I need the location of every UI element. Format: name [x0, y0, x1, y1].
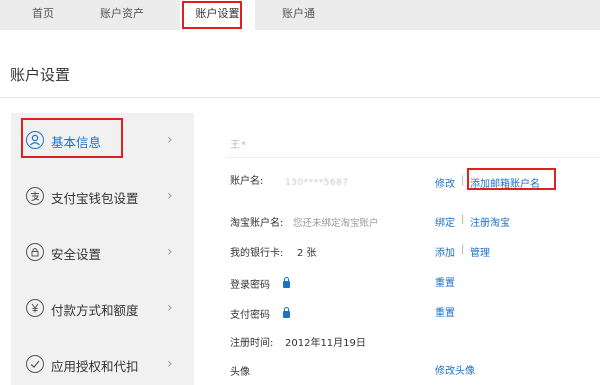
sidebar-item-label: 应用授权和代扣: [51, 359, 139, 374]
sidebar-item-security[interactable]: 安全设置 ›: [11, 235, 194, 271]
bank-card-label: 我的银行卡:: [230, 248, 284, 259]
login-password-label: 登录密码: [230, 280, 270, 291]
modify-avatar-link[interactable]: 修改头像: [435, 362, 475, 377]
sidebar-item-wallet[interactable]: 支付宝钱包设置 ›: [11, 179, 194, 215]
sidebar-item-label: 安全设置: [51, 247, 102, 262]
avatar-label: 头像: [230, 367, 250, 378]
yuan-icon: [26, 299, 44, 317]
highlight-email-box: [467, 168, 556, 190]
account-name-value: 130****5687: [285, 178, 349, 188]
separator: |: [461, 175, 465, 186]
lock-icon: [26, 243, 44, 261]
bind-taobao-link[interactable]: 绑定: [435, 214, 455, 229]
chevron-right-icon: ›: [167, 244, 173, 260]
manage-bank-card-link[interactable]: 管理: [470, 244, 490, 259]
lock-icon: [283, 277, 290, 288]
chevron-right-icon: ›: [167, 356, 173, 372]
page-title: 账户设置: [10, 66, 71, 84]
sidebar-item-label: 付款方式和额度: [51, 303, 139, 318]
alipay-wallet-icon: [26, 187, 44, 205]
nav-assets[interactable]: 账户资产: [100, 0, 144, 30]
modify-account-link[interactable]: 修改: [435, 175, 455, 190]
account-name-label: 账户名:: [230, 176, 264, 187]
sidebar-item-payment-limits[interactable]: 付款方式和额度 ›: [11, 291, 194, 327]
separator: |: [461, 244, 465, 255]
add-bank-card-link[interactable]: 添加: [435, 244, 455, 259]
pay-password-label: 支付密码: [230, 310, 270, 321]
register-time-label: 注册时间:: [230, 338, 274, 349]
separator: |: [461, 214, 465, 225]
chevron-right-icon: ›: [167, 132, 173, 148]
register-taobao-link[interactable]: 注册淘宝: [470, 214, 510, 229]
user-name-masked: 王*: [230, 140, 247, 151]
chevron-right-icon: ›: [167, 300, 173, 316]
sidebar-item-app-authorization[interactable]: 应用授权和代扣 ›: [11, 347, 194, 383]
check-icon: [26, 355, 44, 373]
chevron-right-icon: ›: [167, 188, 173, 204]
bank-card-count: 2 张: [297, 248, 317, 259]
reset-login-password-link[interactable]: 重置: [435, 274, 455, 289]
reset-pay-password-link[interactable]: 重置: [435, 304, 455, 319]
taobao-account-label: 淘宝账户名:: [230, 218, 284, 229]
sidebar-item-label: 支付宝钱包设置: [51, 191, 139, 206]
highlight-sidebar-box: [21, 118, 123, 158]
register-time-value: 2012年11月19日: [285, 338, 366, 349]
lock-icon: [283, 307, 290, 318]
nav-home[interactable]: 首页: [32, 0, 54, 30]
top-nav: 首页 账户资产 账户设置 账户通: [0, 0, 600, 30]
title-divider: [0, 97, 600, 98]
taobao-account-value: 您还未绑定淘宝账户: [293, 218, 379, 229]
content-divider: [226, 157, 600, 158]
nav-account-pass[interactable]: 账户通: [282, 0, 315, 30]
highlight-nav-box: [182, 1, 242, 29]
